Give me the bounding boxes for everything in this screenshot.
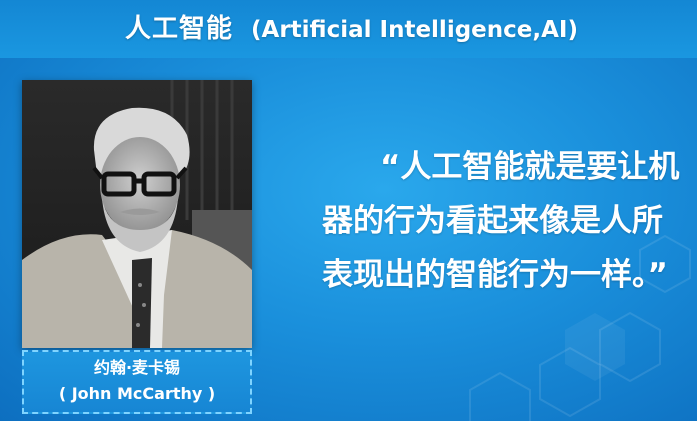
ai-definition-quote: “人工智能就是要让机 器的行为看起来像是人所 表现出的智能行为一样。” xyxy=(300,140,692,302)
quote-line-1: “人工智能就是要让机 xyxy=(380,149,680,185)
quote-line-2: 器的行为看起来像是人所 xyxy=(322,203,663,239)
title-chinese: 人工智能 xyxy=(125,14,234,44)
quote-line-3: 表现出的智能行为一样。” xyxy=(322,257,668,293)
slide-title: 人工智能 (Artificial Intelligence,AI) xyxy=(125,8,578,44)
title-english: (Artificial Intelligence,AI) xyxy=(251,17,578,43)
portrait-caption: 约翰·麦卡锡 ( John McCarthy ) xyxy=(22,350,252,414)
portrait-image xyxy=(22,80,252,348)
person-name-english: ( John McCarthy ) xyxy=(58,384,216,403)
title-bar: 人工智能 (Artificial Intelligence,AI) xyxy=(0,0,697,58)
portrait-photo xyxy=(22,80,252,348)
person-name-chinese: 约翰·麦卡锡 xyxy=(93,358,181,377)
